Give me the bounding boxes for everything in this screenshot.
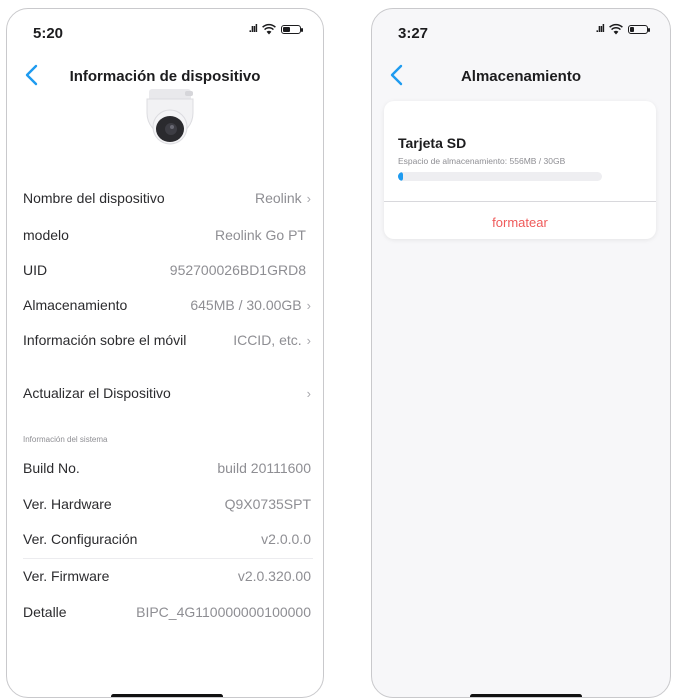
row-label: Build No. — [23, 460, 80, 476]
uid-row: UID 952700026BD1GRD8 — [23, 262, 311, 278]
storage-screen: 3:27 .ııl Almacenamiento Tarjeta SD Espa… — [371, 8, 671, 698]
device-info-screen: 5:20 .ııl Información de dispositivo Nom… — [6, 8, 324, 698]
signal-icon: .ııl — [248, 23, 258, 35]
row-value: v2.0.320.00 — [237, 568, 311, 584]
row-label: modelo — [23, 227, 69, 243]
status-bar: 5:20 .ııl — [7, 9, 323, 53]
row-value: Reolink Go PT — [214, 227, 306, 243]
row-label: Detalle — [23, 604, 67, 620]
sd-card-title: Tarjeta SD — [398, 135, 467, 151]
firmware-row: Ver. Firmware v2.0.320.00 — [23, 568, 311, 584]
row-label: Ver. Hardware — [23, 496, 112, 512]
chevron-right-icon: › — [306, 191, 311, 206]
storage-space-text: Espacio de almacenamiento: 556MB / 30GB — [398, 156, 566, 166]
section-label: Información del sistema — [23, 435, 108, 444]
row-label: Actualizar el Dispositivo — [23, 385, 171, 401]
nav-bar: Almacenamiento — [372, 59, 670, 93]
format-button[interactable]: formatear — [384, 215, 656, 230]
wifi-icon — [262, 23, 276, 35]
camera-image — [146, 89, 194, 145]
row-label: Ver. Firmware — [23, 568, 110, 584]
row-label: Ver. Configuración — [23, 531, 138, 547]
status-icons: .ııl — [595, 23, 650, 35]
storage-progress-bar — [398, 172, 602, 181]
mobile-info-row[interactable]: Información sobre el móvil ICCID, etc. › — [23, 332, 311, 348]
divider — [23, 558, 313, 559]
page-title: Almacenamiento — [460, 68, 582, 85]
row-label: Nombre del dispositivo — [23, 190, 165, 206]
storage-progress-fill — [398, 172, 404, 181]
row-value: ICCID, etc. — [233, 332, 302, 348]
row-value: v2.0.0.0 — [261, 531, 311, 547]
build-row: Build No. build 20111600 — [23, 460, 311, 476]
status-time: 5:20 — [33, 25, 64, 42]
update-device-row[interactable]: Actualizar el Dispositivo › — [23, 385, 311, 401]
storage-row[interactable]: Almacenamiento 645MB / 30.00GB › — [23, 297, 311, 313]
row-value: BIPC_4G110000000100000 — [136, 604, 311, 620]
status-icons: .ııl — [248, 23, 303, 35]
row-value: build 20111600 — [217, 460, 311, 476]
battery-icon — [281, 24, 303, 34]
battery-icon — [628, 24, 650, 34]
nav-bar: Información de dispositivo — [7, 59, 323, 93]
config-row: Ver. Configuración v2.0.0.0 — [23, 531, 311, 547]
model-row: modelo Reolink Go PT — [23, 227, 311, 243]
signal-icon: .ııl — [595, 23, 605, 35]
row-label: UID — [23, 262, 48, 278]
device-name-row[interactable]: Nombre del dispositivo Reolink › — [23, 190, 311, 206]
chevron-right-icon: › — [306, 298, 311, 313]
status-bar: 3:27 .ııl — [372, 9, 670, 53]
row-value: Q9X0735SPT — [224, 496, 311, 512]
home-indicator — [111, 694, 223, 697]
row-label: Almacenamiento — [23, 297, 128, 313]
detail-row: Detalle BIPC_4G110000000100000 — [23, 604, 311, 620]
chevron-right-icon: › — [306, 333, 311, 348]
row-value: 952700026BD1GRD8 — [169, 262, 306, 278]
status-time: 3:27 — [398, 25, 429, 42]
hardware-row: Ver. Hardware Q9X0735SPT — [23, 496, 311, 512]
row-label: Información sobre el móvil — [23, 332, 187, 348]
home-indicator — [470, 694, 582, 697]
chevron-right-icon: › — [306, 386, 311, 401]
row-value: Reolink — [254, 190, 302, 206]
sd-card-panel: Tarjeta SD Espacio de almacenamiento: 55… — [384, 101, 656, 239]
divider — [384, 201, 656, 202]
page-title: Información de dispositivo — [69, 68, 261, 85]
row-value: 645MB / 30.00GB — [190, 297, 302, 313]
wifi-icon — [609, 23, 623, 35]
